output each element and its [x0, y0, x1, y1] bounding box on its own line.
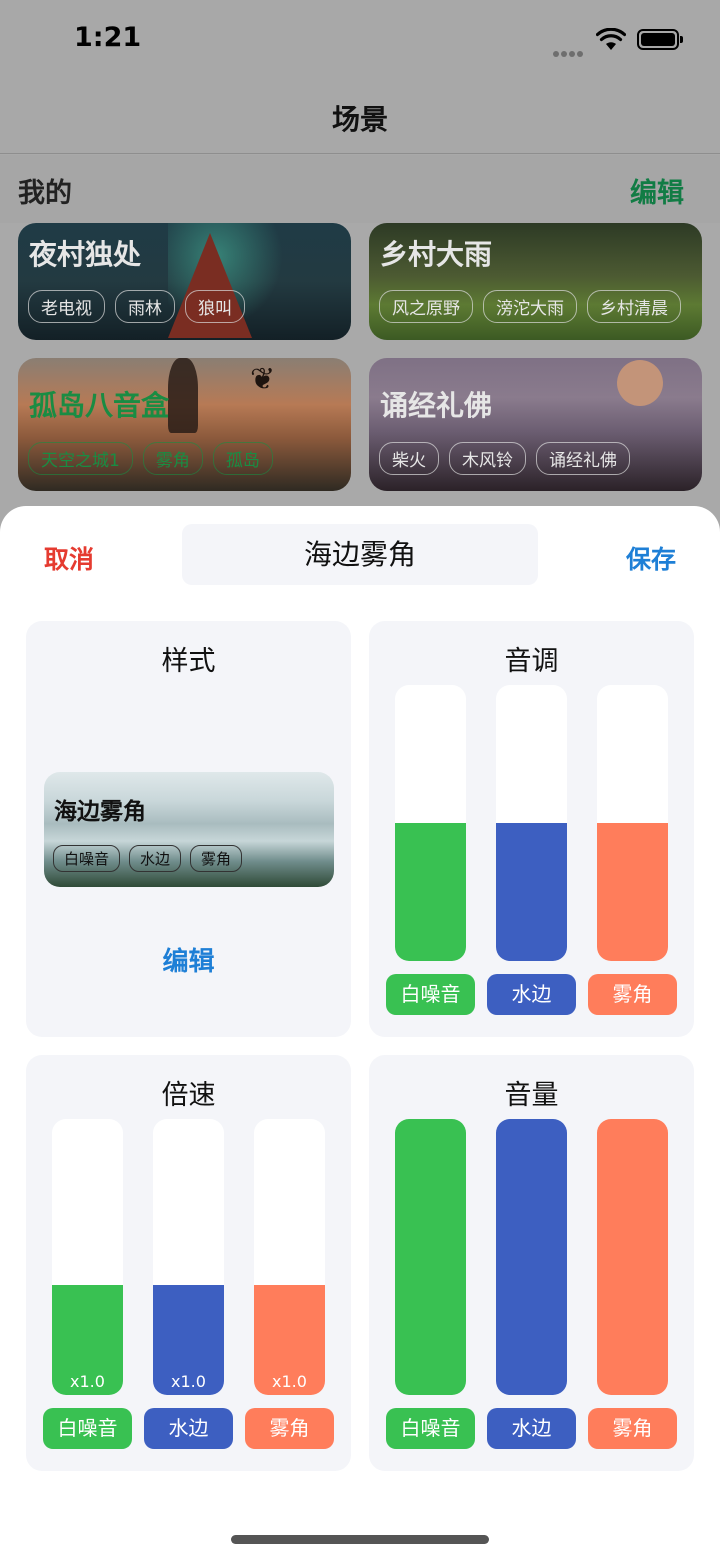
- scene-tag: 木风铃: [449, 442, 526, 475]
- preview-title: 海边雾角: [54, 799, 146, 825]
- navigation-bar: 场景: [0, 80, 720, 154]
- slider-fill: [597, 823, 668, 961]
- scene-tag: 孤岛: [212, 442, 273, 475]
- slider-fill: [496, 823, 567, 961]
- sunset-illustration: [617, 360, 663, 406]
- channel-chip[interactable]: 雾角: [588, 1408, 677, 1449]
- channel-chip[interactable]: 雾角: [245, 1408, 334, 1449]
- status-time: 1:21: [74, 22, 142, 53]
- status-bar: 1:21: [0, 0, 720, 80]
- battery-icon: [637, 29, 683, 50]
- wifi-icon: [596, 28, 626, 50]
- speed-slider[interactable]: x1.0: [153, 1119, 224, 1395]
- scene-title: 夜村独处: [29, 238, 142, 271]
- channel-chip[interactable]: 雾角: [588, 974, 677, 1015]
- preview-tag: 白噪音: [53, 845, 121, 872]
- scene-tag: 滂沱大雨: [483, 290, 577, 323]
- scene-title: 孤岛八音盒: [29, 389, 170, 422]
- scene-editor-sheet: 取消 海边雾角 保存 样式 海边雾角 白噪音 水边 雾角 编辑 音调 白噪音 水…: [0, 506, 720, 1558]
- volume-slider[interactable]: [597, 1119, 668, 1395]
- tone-title: 音调: [504, 646, 559, 677]
- slider-fill: [395, 823, 466, 961]
- speed-value: x1.0: [70, 1372, 105, 1391]
- tone-slider[interactable]: [395, 685, 466, 961]
- speed-title: 倍速: [161, 1080, 216, 1111]
- save-button[interactable]: 保存: [626, 540, 676, 576]
- preview-tag: 水边: [129, 845, 182, 872]
- scene-tag: 乡村清晨: [587, 290, 681, 323]
- scene-tag: 雾角: [142, 442, 203, 475]
- scene-title: 乡村大雨: [380, 238, 493, 271]
- scene-card[interactable]: 夜村独处 老电视 雨林 狼叫: [18, 223, 351, 340]
- scene-preview-card: 海边雾角 白噪音 水边 雾角: [44, 772, 334, 887]
- style-title: 样式: [161, 646, 216, 677]
- cellular-signal-icon: [553, 42, 585, 61]
- channel-chip[interactable]: 白噪音: [43, 1408, 132, 1449]
- channel-chip[interactable]: 水边: [487, 974, 576, 1015]
- scene-tag: 风之原野: [379, 290, 473, 323]
- speed-slider[interactable]: x1.0: [52, 1119, 123, 1395]
- channel-chip[interactable]: 白噪音: [386, 974, 475, 1015]
- slider-fill: [395, 1119, 466, 1395]
- volume-panel: 音量 白噪音 水边 雾角: [369, 1055, 694, 1471]
- scene-tag: 老电视: [28, 290, 105, 323]
- channel-chip[interactable]: 水边: [144, 1408, 233, 1449]
- style-panel: 样式 海边雾角 白噪音 水边 雾角 编辑: [26, 621, 351, 1037]
- slider-fill: [597, 1119, 668, 1395]
- edit-scenes-button[interactable]: 编辑: [630, 171, 684, 210]
- volume-slider[interactable]: [395, 1119, 466, 1395]
- cancel-button[interactable]: 取消: [44, 540, 94, 576]
- scene-card-selected[interactable]: ❦ 孤岛八音盒 天空之城1 雾角 孤岛: [18, 358, 351, 491]
- scene-tag: 雨林: [115, 290, 175, 323]
- tone-panel: 音调 白噪音 水边 雾角: [369, 621, 694, 1037]
- butterfly-icon: ❦: [250, 362, 276, 397]
- speed-slider[interactable]: x1.0: [254, 1119, 325, 1395]
- volume-title: 音量: [504, 1080, 559, 1111]
- scene-card[interactable]: 乡村大雨 风之原野 滂沱大雨 乡村清晨: [369, 223, 702, 340]
- tone-slider[interactable]: [496, 685, 567, 961]
- section-title: 我的: [18, 178, 72, 209]
- slider-fill: [496, 1119, 567, 1395]
- preview-tag: 雾角: [190, 845, 243, 872]
- scene-tag: 天空之城1: [28, 442, 133, 475]
- scene-card[interactable]: 诵经礼佛 柴火 木风铃 诵经礼佛: [369, 358, 702, 491]
- scene-name-field[interactable]: 海边雾角: [182, 524, 538, 585]
- channel-chip[interactable]: 白噪音: [386, 1408, 475, 1449]
- home-indicator[interactable]: [231, 1535, 489, 1544]
- my-scenes-header: 我的 编辑: [0, 155, 720, 223]
- edit-style-button[interactable]: 编辑: [26, 941, 351, 978]
- tornado-illustration: [168, 358, 198, 433]
- channel-chip[interactable]: 水边: [487, 1408, 576, 1449]
- speed-panel: 倍速 x1.0 x1.0 x1.0 白噪音 水边 雾角: [26, 1055, 351, 1471]
- scene-tag: 柴火: [379, 442, 439, 475]
- speed-value: x1.0: [171, 1372, 206, 1391]
- scene-tag: 狼叫: [185, 290, 245, 323]
- speed-value: x1.0: [272, 1372, 307, 1391]
- scene-tag: 诵经礼佛: [536, 442, 630, 475]
- volume-slider[interactable]: [496, 1119, 567, 1395]
- scene-title: 诵经礼佛: [380, 389, 493, 422]
- page-title: 场景: [331, 103, 388, 136]
- tone-slider[interactable]: [597, 685, 668, 961]
